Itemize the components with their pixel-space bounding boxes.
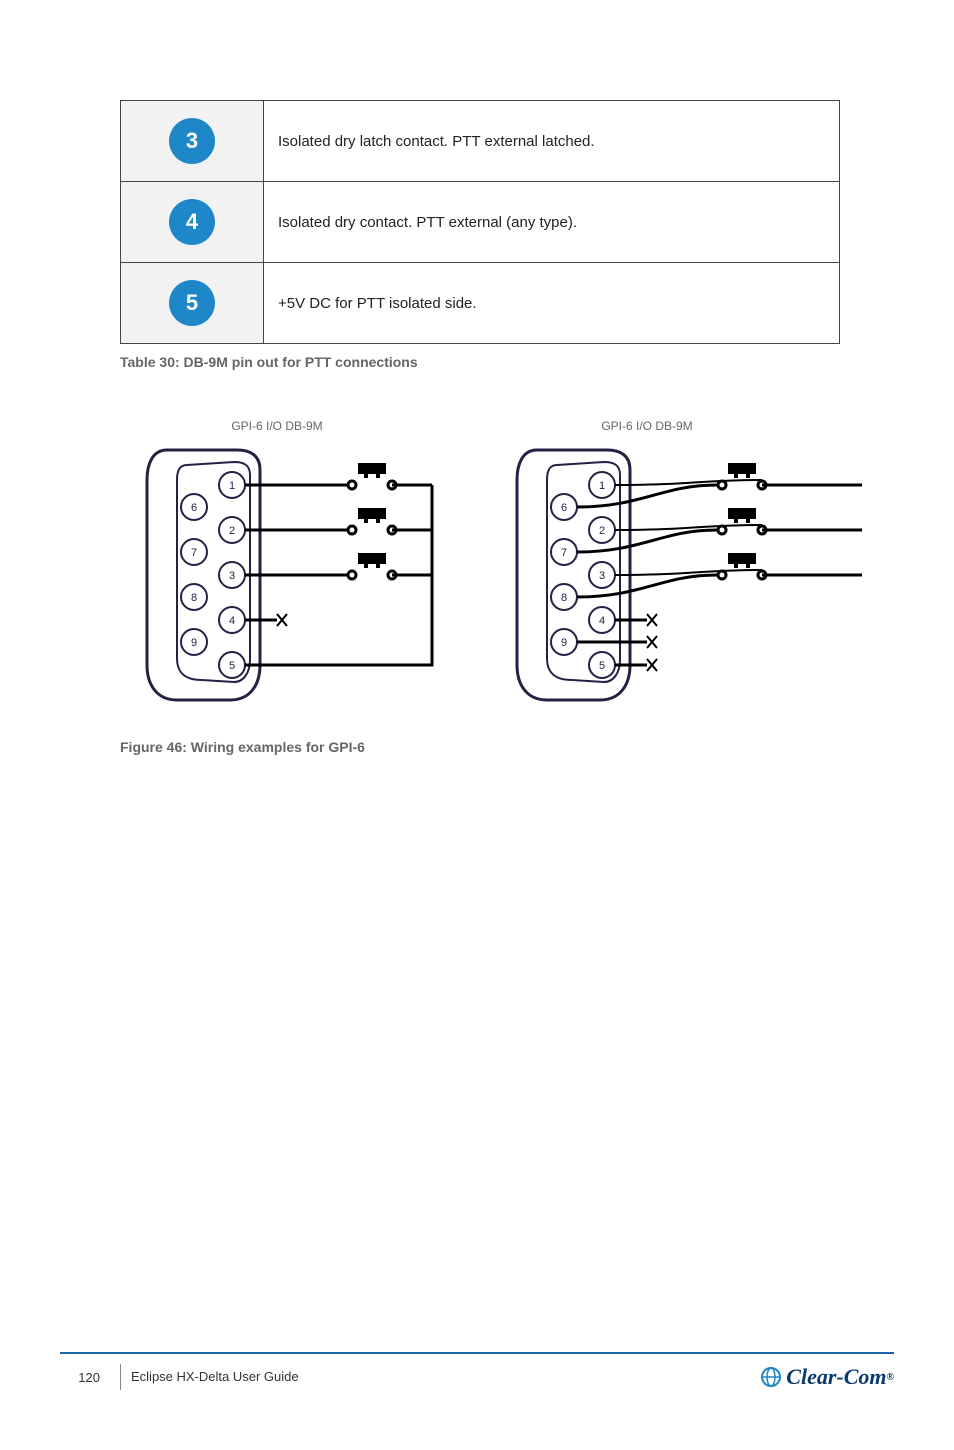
svg-text:3: 3 bbox=[599, 570, 605, 582]
svg-text:2: 2 bbox=[229, 525, 235, 537]
table-row: 4 Isolated dry contact. PTT external (an… bbox=[121, 182, 840, 263]
svg-text:8: 8 bbox=[191, 592, 197, 604]
pinout-table: 3 Isolated dry latch contact. PTT extern… bbox=[120, 100, 840, 344]
pin-text: +5V DC for PTT isolated side. bbox=[264, 263, 840, 344]
table-caption: Table 30: DB-9M pin out for PTT connecti… bbox=[120, 354, 894, 370]
svg-text:6: 6 bbox=[561, 502, 567, 514]
svg-text:5: 5 bbox=[599, 660, 605, 672]
pin-text: Isolated dry contact. PTT external (any … bbox=[264, 182, 840, 263]
footer-text: Eclipse HX-Delta User Guide bbox=[131, 1369, 299, 1385]
svg-text:5: 5 bbox=[229, 660, 235, 672]
pin-badge-cell: 3 bbox=[121, 101, 264, 182]
pin-badge: 5 bbox=[169, 280, 215, 326]
connector-label: GPI-6 I/O DB-9M bbox=[601, 419, 692, 433]
table-row: 3 Isolated dry latch contact. PTT extern… bbox=[121, 101, 840, 182]
brand-logo: Clear-Com® bbox=[760, 1364, 894, 1390]
pin-badge-cell: 4 bbox=[121, 182, 264, 263]
page: 3 Isolated dry latch contact. PTT extern… bbox=[0, 100, 954, 1450]
page-number: 120 bbox=[60, 1370, 110, 1385]
pin-text: Isolated dry latch contact. PTT external… bbox=[264, 101, 840, 182]
svg-text:9: 9 bbox=[191, 637, 197, 649]
svg-text:1: 1 bbox=[599, 480, 605, 492]
globe-icon bbox=[760, 1366, 782, 1388]
svg-text:1: 1 bbox=[229, 480, 235, 492]
wiring-figure: GPI-6 I/O DB-9M 1 2 3 4 5 6 7 8 9 bbox=[90, 410, 894, 733]
svg-text:7: 7 bbox=[561, 547, 567, 559]
pin-badge: 3 bbox=[169, 118, 215, 164]
svg-text:4: 4 bbox=[229, 615, 235, 627]
table-row: 5 +5V DC for PTT isolated side. bbox=[121, 263, 840, 344]
brand-text: Clear-Com bbox=[786, 1364, 886, 1390]
pin-badge-cell: 5 bbox=[121, 263, 264, 344]
svg-text:7: 7 bbox=[191, 547, 197, 559]
page-footer: 120 Eclipse HX-Delta User Guide Clear-Co… bbox=[60, 1352, 894, 1390]
svg-text:9: 9 bbox=[561, 637, 567, 649]
registered-mark: ® bbox=[887, 1372, 894, 1383]
pin-badge: 4 bbox=[169, 199, 215, 245]
connector-label: GPI-6 I/O DB-9M bbox=[231, 419, 322, 433]
figure-caption: Figure 46: Wiring examples for GPI-6 bbox=[120, 739, 894, 755]
svg-text:8: 8 bbox=[561, 592, 567, 604]
svg-text:2: 2 bbox=[599, 525, 605, 537]
svg-text:3: 3 bbox=[229, 570, 235, 582]
svg-text:4: 4 bbox=[599, 615, 605, 627]
svg-text:6: 6 bbox=[191, 502, 197, 514]
